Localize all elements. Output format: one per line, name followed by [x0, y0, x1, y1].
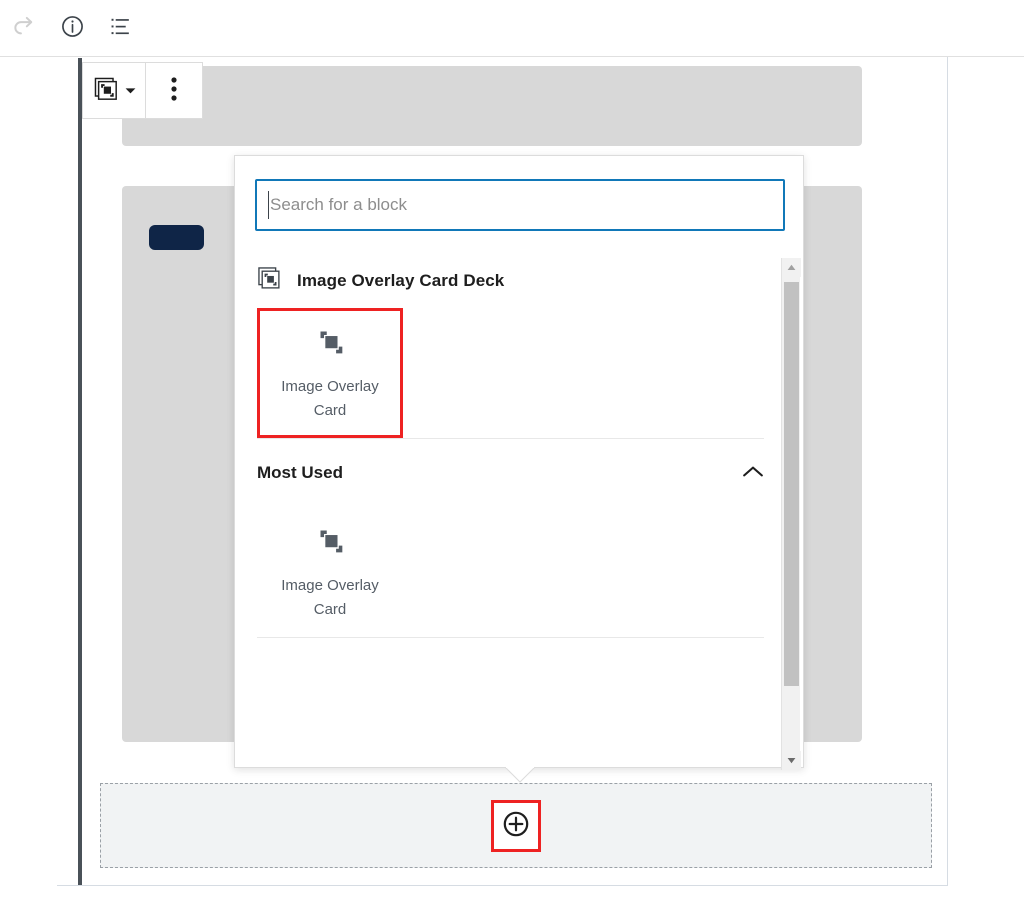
- scroll-down-arrow-icon[interactable]: [782, 751, 801, 770]
- block-item-label: Image Overlay Card: [281, 576, 379, 618]
- category-header: Image Overlay Card Deck: [235, 254, 786, 308]
- chevron-down-icon: [125, 83, 136, 98]
- info-icon: [60, 14, 85, 42]
- add-block-button[interactable]: [501, 811, 531, 841]
- panel-block-grid: Image Overlay Card: [235, 507, 786, 637]
- search-field-wrapper: [255, 179, 785, 231]
- image-overlay-card-deck-icon: [93, 76, 120, 106]
- list-view-button[interactable]: [96, 4, 144, 52]
- category-block-grid: Image Overlay Card: [235, 308, 786, 438]
- section-divider-bottom: [257, 637, 764, 638]
- panel-title: Most Used: [257, 463, 343, 482]
- scroll-up-arrow-icon[interactable]: [782, 258, 801, 277]
- plus-circle-icon: [502, 810, 530, 841]
- category-title: Image Overlay Card Deck: [297, 271, 505, 290]
- panel-header-most-used[interactable]: Most Used: [235, 439, 786, 507]
- selected-block-indicator: [78, 58, 82, 885]
- block-item-label: Image Overlay Card: [281, 377, 379, 419]
- list-view-icon: [108, 14, 133, 42]
- add-block-highlight-box: [491, 799, 541, 852]
- block-item-image-overlay-card-most-used[interactable]: Image Overlay Card: [257, 507, 403, 637]
- scrollbar-thumb[interactable]: [784, 282, 799, 686]
- placeholder-button: [149, 225, 204, 250]
- block-item-image-overlay-card[interactable]: Image Overlay Card: [257, 308, 403, 438]
- redo-icon: [11, 14, 37, 43]
- inserter-scroll-area: Image Overlay Card Deck Image Overlay Ca…: [235, 254, 786, 768]
- top-toolbar: [0, 0, 1024, 57]
- image-overlay-card-deck-icon: [257, 266, 283, 297]
- image-overlay-card-icon: [313, 523, 347, 560]
- search-input[interactable]: [255, 179, 785, 231]
- block-type-button[interactable]: [83, 63, 146, 118]
- chevron-up-icon: [742, 465, 764, 482]
- inserter-scrollbar[interactable]: [781, 258, 801, 770]
- info-button[interactable]: [48, 4, 96, 52]
- redo-button[interactable]: [0, 4, 48, 52]
- block-toolbar: [82, 62, 203, 119]
- text-caret: [268, 191, 269, 219]
- popover-pointer: [503, 766, 537, 783]
- block-appender-area[interactable]: [100, 783, 932, 868]
- placeholder-block-top: [122, 66, 862, 146]
- block-options-button[interactable]: [146, 63, 202, 118]
- block-inserter-popover: Image Overlay Card Deck Image Overlay Ca…: [234, 155, 804, 768]
- image-overlay-card-icon: [313, 324, 347, 361]
- more-vertical-icon: [171, 76, 177, 105]
